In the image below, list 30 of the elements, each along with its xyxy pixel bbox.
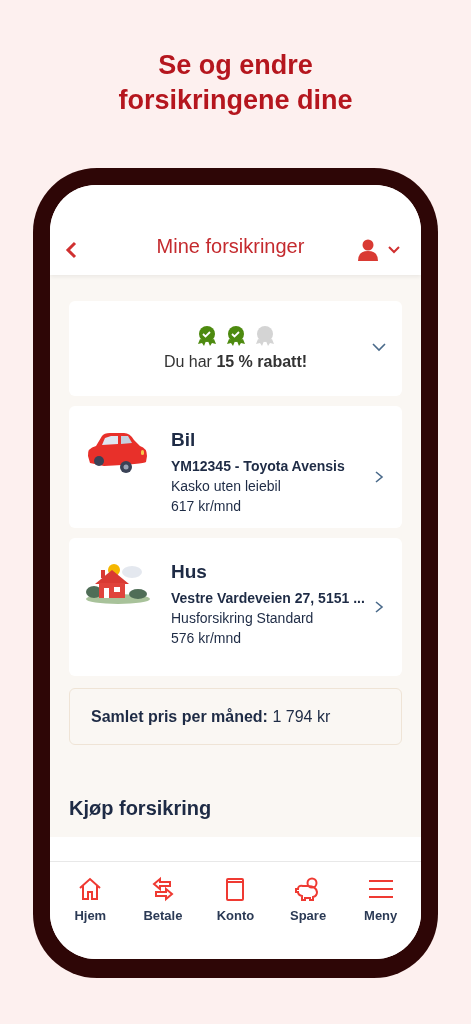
tab-bar-item[interactable]: Betale (132, 876, 193, 959)
tab-bar-item[interactable]: Konto (205, 876, 266, 959)
discount-card[interactable]: Du har 15 % rabatt! (69, 301, 402, 396)
back-icon (65, 241, 77, 259)
insurance-price: 576 kr/mnd (171, 629, 243, 648)
profile-button[interactable] (358, 239, 400, 261)
section-heading: Kjøp forsikring (69, 796, 213, 821)
tab-bar-item[interactable]: Hjem (60, 876, 121, 959)
chevron-right-icon (374, 470, 384, 484)
insurance-product: Kasko uten leiebil (171, 477, 282, 496)
insurance-card[interactable]: Bil YM12345 - Toyota Avensis Kasko uten leiebil 617 kr/mnd (69, 406, 402, 528)
insurance-subtitle: Vestre Vardeveien 27, 5151 ... (171, 589, 366, 608)
tab-bar-item[interactable]: Meny (350, 876, 411, 959)
insurance-card[interactable]: Hus Vestre Vardeveien 27, 5151 ... Husforsikring Standard 576 kr/mnd (69, 538, 402, 676)
insurance-title: Hus (171, 560, 208, 584)
house-drawing (84, 562, 150, 606)
insurance-subtitle: YM12345 - Toyota Avensis (171, 457, 346, 476)
chevron-right-icon (374, 600, 384, 614)
insurance-product: Husforsikring Standard (171, 609, 315, 628)
page-title: Mine forsikringer (155, 234, 306, 259)
discount-text: Du har 15 % rabatt! (163, 351, 308, 372)
chevron-down-icon (388, 246, 400, 254)
headline: Se og endre (157, 49, 314, 82)
headline: forsikringene dine (117, 84, 354, 117)
person-icon (358, 239, 378, 261)
insurance-price: 617 kr/mnd (171, 497, 243, 516)
total-price: Samlet pris per måned: 1 794 kr (91, 706, 331, 727)
insurance-title: Bil (171, 428, 197, 452)
chevron-down-icon (372, 343, 386, 352)
tab-bar-item[interactable]: Spare (278, 876, 339, 959)
